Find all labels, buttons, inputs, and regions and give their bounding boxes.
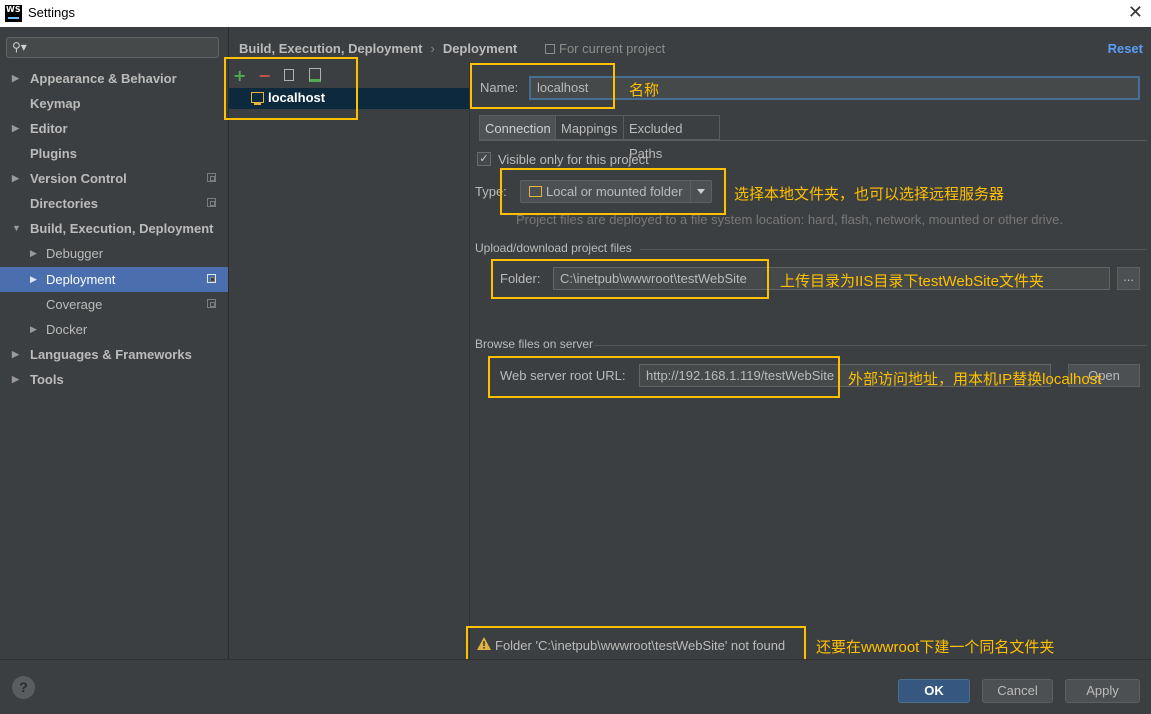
browse-folder-button[interactable]: ... (1117, 267, 1140, 290)
type-label: Type: (475, 184, 507, 199)
local-folder-server-icon (251, 92, 264, 105)
sidebar-item-label: Coverage (46, 297, 103, 312)
project-scope-icon (207, 299, 216, 308)
sidebar-item-label: Deployment (46, 272, 116, 287)
annotation-type: 选择本地文件夹，也可以选择远程服务器 (734, 186, 1005, 203)
server-list-panel (229, 62, 470, 659)
warning-message: Folder 'C:\inetpub\wwwroot\testWebSite' … (495, 638, 786, 653)
chevron-right-icon: ▶ (12, 123, 19, 133)
project-scope-icon (207, 274, 216, 283)
chevron-right-icon: ▶ (30, 324, 37, 334)
sidebar-item-docker[interactable]: ▶ Docker (0, 317, 228, 342)
section-divider (640, 249, 1147, 250)
sidebar-item-coverage[interactable]: Coverage (0, 292, 228, 317)
sidebar-item-deployment[interactable]: ▶ Deployment (0, 267, 228, 292)
remove-server-icon[interactable]: − (258, 66, 271, 85)
annotation-url: 外部访问地址，用本机IP替换localhost (848, 371, 1102, 388)
webstorm-logo-icon: WS (5, 5, 22, 22)
annotation-folder: 上传目录为IIS目录下testWebSite文件夹 (780, 273, 1044, 290)
breadcrumb-parent[interactable]: Build, Execution, Deployment (239, 41, 422, 56)
tab-excluded-paths[interactable]: Excluded Paths (623, 115, 720, 161)
annotation-name: 名称 (629, 82, 660, 99)
scope-label: For current project (559, 41, 666, 56)
tab-mappings[interactable]: Mappings (555, 115, 624, 140)
sidebar-item-plugins[interactable]: Plugins (0, 141, 228, 166)
project-scope-icon (207, 198, 216, 207)
chevron-right-icon: ▶ (12, 349, 19, 359)
sidebar-item-label: Editor (30, 121, 68, 136)
type-select-value: Local or mounted folder (546, 184, 683, 199)
title-bar: WS Settings ✕ (0, 0, 1151, 27)
breadcrumb-current: Deployment (442, 41, 518, 56)
chevron-right-icon: ▶ (12, 73, 19, 83)
sidebar-item-label: Appearance & Behavior (30, 71, 177, 86)
server-list-item[interactable]: localhost (229, 88, 469, 109)
sidebar-item-languages-frameworks[interactable]: ▶ Languages & Frameworks (0, 342, 228, 367)
sidebar-item-build-execution-deployment[interactable]: ▼ Build, Execution, Deployment (0, 216, 228, 241)
window-title: Settings (28, 5, 75, 20)
breadcrumb-separator: › (430, 41, 435, 56)
project-scope-icon (207, 173, 216, 182)
add-server-icon[interactable]: + (233, 66, 246, 85)
search-icon: ⚲▾ (12, 40, 27, 54)
dialog-footer (0, 659, 1151, 714)
sidebar-item-version-control[interactable]: ▶ Version Control (0, 166, 228, 191)
scope-note: For current project (545, 41, 665, 56)
server-name: localhost (268, 90, 326, 105)
sidebar-item-tools[interactable]: ▶ Tools (0, 367, 228, 392)
name-label: Name: (480, 80, 519, 95)
sidebar-item-label: Build, Execution, Deployment (30, 221, 214, 236)
type-select[interactable]: Local or mounted folder (520, 180, 712, 203)
chevron-down-icon (690, 181, 711, 202)
visible-only-label: Visible only for this project (498, 152, 649, 167)
type-hint: Project files are deployed to a file sys… (516, 212, 1063, 227)
sidebar-item-label: Docker (46, 322, 88, 337)
help-icon[interactable]: ? (12, 676, 35, 699)
sidebar-item-label: Plugins (30, 146, 77, 161)
set-default-server-icon[interactable] (309, 68, 321, 82)
visible-only-checkbox[interactable]: ✓ (477, 152, 491, 166)
name-input[interactable]: localhost (529, 76, 1140, 100)
sidebar-item-label: Tools (30, 372, 64, 387)
sidebar-item-label: Languages & Frameworks (30, 347, 192, 362)
sidebar-item-appearance[interactable]: ▶ Appearance & Behavior (0, 66, 228, 91)
tab-connection[interactable]: Connection (479, 115, 556, 140)
sidebar-item-editor[interactable]: ▶ Editor (0, 116, 228, 141)
sidebar-item-directories[interactable]: Directories (0, 191, 228, 216)
chevron-right-icon: ▶ (30, 274, 37, 284)
sidebar-item-label: Debugger (46, 246, 104, 261)
project-scope-icon (545, 44, 555, 54)
reset-link[interactable]: Reset (1108, 41, 1143, 56)
cancel-button[interactable]: Cancel (982, 679, 1053, 703)
folder-label: Folder: (500, 271, 541, 286)
chevron-down-icon: ▼ (12, 223, 21, 233)
sidebar-item-debugger[interactable]: ▶ Debugger (0, 241, 228, 266)
sidebar-item-label: Keymap (30, 96, 81, 111)
tab-divider (479, 140, 1147, 141)
browse-section-title: Browse files on server (475, 337, 594, 351)
apply-button[interactable]: Apply (1065, 679, 1140, 703)
copy-server-icon[interactable] (284, 69, 294, 81)
section-divider (594, 345, 1147, 346)
sidebar-item-keymap[interactable]: Keymap (0, 91, 228, 116)
chevron-right-icon: ▶ (30, 248, 37, 258)
warning-icon (477, 637, 491, 650)
ok-button[interactable]: OK (898, 679, 970, 703)
upload-section-title: Upload/download project files (475, 241, 632, 255)
sidebar-item-label: Directories (30, 196, 98, 211)
breadcrumb: Build, Execution, Deployment › Deployment (239, 41, 517, 56)
annotation-warning: 还要在wwwroot下建一个同名文件夹 (816, 639, 1055, 656)
chevron-right-icon: ▶ (12, 374, 19, 384)
local-folder-icon (529, 186, 542, 197)
close-icon[interactable]: ✕ (1128, 2, 1143, 23)
web-root-label: Web server root URL: (500, 368, 626, 383)
sidebar-item-label: Version Control (30, 171, 127, 186)
search-input[interactable]: ⚲▾ (6, 37, 219, 58)
chevron-right-icon: ▶ (12, 173, 19, 183)
